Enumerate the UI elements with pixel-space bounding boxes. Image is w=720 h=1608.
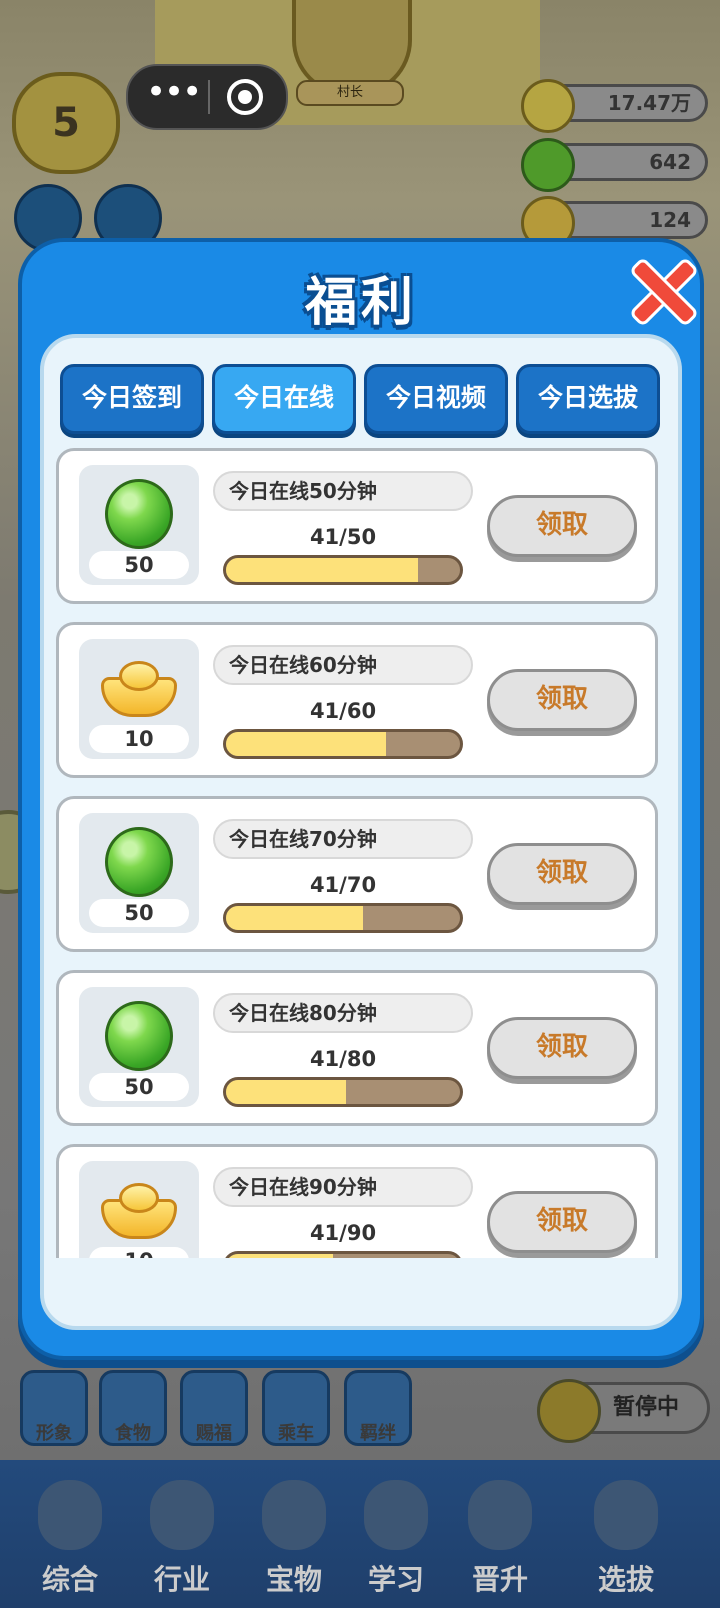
tab-daily-online[interactable]: 今日在线 <box>212 364 356 434</box>
reward-box: 50 <box>79 987 199 1107</box>
gold-ingot-icon <box>101 661 177 719</box>
task-card: 50 今日在线70分钟 41/70 领取 <box>56 796 658 952</box>
claim-button[interactable]: 领取 <box>487 1017 637 1079</box>
nav-promotion[interactable]: 晋升 <box>444 1460 556 1608</box>
modal-title: 福利 <box>304 273 417 333</box>
quick-button-bond[interactable]: 羁绊 <box>344 1370 412 1446</box>
nav-label: 行业 <box>153 1563 210 1596</box>
reward-quantity: 50 <box>89 1073 189 1101</box>
green-gem-icon <box>105 827 173 897</box>
progress-text: 41/50 <box>309 525 377 549</box>
task-card: 50 今日在线80分钟 41/80 领取 <box>56 970 658 1126</box>
quick-button-appearance[interactable]: 形象 <box>20 1370 88 1446</box>
task-card: 50 今日在线50分钟 41/50 领取 <box>56 448 658 604</box>
progress-text: 41/60 <box>309 699 377 723</box>
reward-quantity: 50 <box>89 899 189 927</box>
task-title: 今日在线90分钟 <box>213 1167 473 1207</box>
quick-button-food[interactable]: 食物 <box>99 1370 167 1446</box>
welfare-modal: 福利 今日签到 今日在线 今日视频 今日选拔 50 今日在线50分钟 41/50… <box>18 238 704 1360</box>
resource-ingots[interactable]: 124 <box>521 196 708 250</box>
task-title: 今日在线80分钟 <box>213 993 473 1033</box>
claim-button[interactable]: 领取 <box>487 669 637 731</box>
tab-daily-selection[interactable]: 今日选拔 <box>516 364 660 434</box>
nav-label: 宝物 <box>265 1563 322 1596</box>
task-card: 10 今日在线90分钟 41/90 领取 <box>56 1144 658 1258</box>
claim-button[interactable]: 领取 <box>487 843 637 905</box>
progress-fill <box>226 1254 333 1258</box>
progress-fill <box>226 732 386 756</box>
resource-value: 124 <box>649 208 691 232</box>
task-title: 今日在线60分钟 <box>213 645 473 685</box>
close-target-icon[interactable] <box>227 79 263 115</box>
bell-icon <box>262 1480 326 1550</box>
nav-label: 选拔 <box>597 1563 654 1596</box>
reward-box: 10 <box>79 1161 199 1258</box>
reward-quantity: 50 <box>89 551 189 579</box>
tab-bar: 今日签到 今日在线 今日视频 今日选拔 <box>60 364 662 434</box>
reward-quantity: 10 <box>89 725 189 753</box>
cat-icon <box>150 1480 214 1550</box>
progress-text: 41/80 <box>309 1047 377 1071</box>
task-list[interactable]: 50 今日在线50分钟 41/50 领取 10 今日在线60分钟 41/60 领… <box>54 448 660 1258</box>
pause-label: 暂停中 <box>613 1395 680 1420</box>
task-card: 10 今日在线60分钟 41/60 领取 <box>56 622 658 778</box>
gold-ingot-icon <box>101 1183 177 1241</box>
cat-mascot-icon <box>594 1480 658 1550</box>
quick-button-blessing[interactable]: 赐福 <box>180 1370 248 1446</box>
book-icon <box>364 1480 428 1550</box>
nav-treasure[interactable]: 宝物 <box>238 1460 350 1608</box>
reward-quantity: 10 <box>89 1247 189 1258</box>
more-dots-icon[interactable]: ••• <box>146 72 202 112</box>
capsule-divider <box>208 80 210 114</box>
overview-icon <box>38 1480 102 1550</box>
progress-text: 41/90 <box>309 1221 377 1245</box>
pause-button[interactable]: 暂停中 <box>537 1379 710 1443</box>
tab-daily-video[interactable]: 今日视频 <box>364 364 508 434</box>
green-gem-icon <box>105 479 173 549</box>
progress-bar <box>223 1251 463 1258</box>
nav-study[interactable]: 学习 <box>340 1460 452 1608</box>
reward-box: 50 <box>79 813 199 933</box>
task-title: 今日在线70分钟 <box>213 819 473 859</box>
nav-overview[interactable]: 综合 <box>14 1460 126 1608</box>
progress-text: 41/70 <box>309 873 377 897</box>
tab-daily-checkin[interactable]: 今日签到 <box>60 364 204 434</box>
reward-box: 50 <box>79 465 199 585</box>
nav-selection[interactable]: 选拔 <box>570 1460 682 1608</box>
resource-value: 642 <box>649 150 691 174</box>
coin-plus-icon[interactable] <box>521 79 575 133</box>
progress-fill <box>226 1080 347 1104</box>
progress-fill <box>226 558 418 582</box>
scroll-icon <box>468 1480 532 1550</box>
nav-industry[interactable]: 行业 <box>126 1460 238 1608</box>
modal-content-panel: 今日签到 今日在线 今日视频 今日选拔 50 今日在线50分钟 41/50 领取 <box>40 334 682 1330</box>
claim-button[interactable]: 领取 <box>487 1191 637 1253</box>
progress-fill <box>226 906 364 930</box>
green-gem-icon <box>105 1001 173 1071</box>
progress-bar <box>223 555 463 585</box>
close-icon[interactable] <box>626 256 692 322</box>
progress-bar <box>223 1077 463 1107</box>
resource-coins[interactable]: 17.47万 <box>521 79 708 133</box>
nav-label: 晋升 <box>471 1563 528 1596</box>
green-gem-plus-icon[interactable] <box>521 138 575 192</box>
reward-box: 10 <box>79 639 199 759</box>
quick-button-ride[interactable]: 乘车 <box>262 1370 330 1446</box>
level-paw-badge[interactable]: 5 <box>12 72 120 174</box>
progress-bar <box>223 903 463 933</box>
nav-label: 学习 <box>367 1563 424 1596</box>
miniprogram-capsule[interactable]: ••• <box>126 64 288 130</box>
progress-bar <box>223 729 463 759</box>
villager-tag: 村长 <box>296 80 404 106</box>
claim-button[interactable]: 领取 <box>487 495 637 557</box>
resource-gems[interactable]: 642 <box>521 138 708 192</box>
resource-value: 17.47万 <box>607 91 691 115</box>
nav-label: 综合 <box>41 1563 98 1596</box>
task-title: 今日在线50分钟 <box>213 471 473 511</box>
play-icon <box>537 1379 601 1443</box>
